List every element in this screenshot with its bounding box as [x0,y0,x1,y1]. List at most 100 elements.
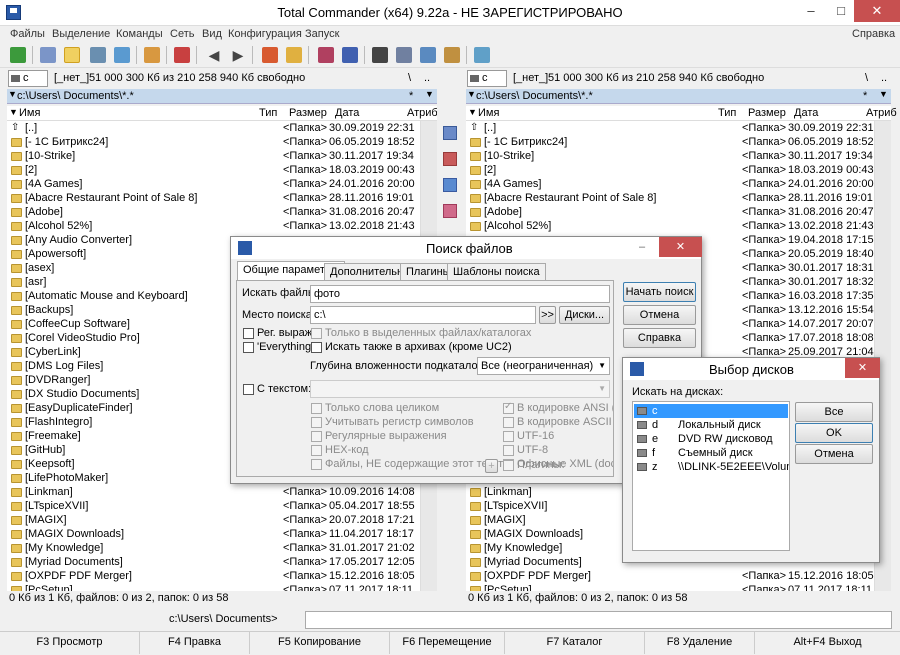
right-drive-select[interactable]: c [467,70,507,87]
thumbnails-icon[interactable] [90,47,106,63]
drive-item[interactable]: e DVD RW дисковод [634,432,788,446]
right-history-arrow[interactable]: ▼ [467,89,476,99]
search-for-input[interactable]: фото [310,285,610,303]
menu-net[interactable]: Сеть [170,28,194,40]
text-option-checkbox[interactable] [311,445,322,456]
left-col-name[interactable]: Имя [19,107,40,119]
file-row[interactable]: [4A Games] <Папка> 24.01.2016 20:00 [466,177,874,191]
depth-select[interactable]: Все (неограниченная) ▼ [477,357,610,375]
right-root-button[interactable]: \ [865,72,868,84]
file-row[interactable]: [Adobe] <Папка> 31.08.2016 20:47 [7,205,420,219]
left-col-attr[interactable]: Атриб [407,107,438,119]
tab-templates[interactable]: Шаблоны поиска [447,263,546,281]
right-hotlist-arrow[interactable]: ▼ [879,89,888,99]
minimize-button[interactable]: – [796,0,826,22]
text-option-checkbox[interactable] [311,431,322,442]
right-col-size[interactable]: Размер [748,107,786,119]
everything-checkbox[interactable] [243,342,254,353]
menu-files[interactable]: Файлы [10,28,45,40]
menu-selection[interactable]: Выделение [52,28,110,40]
cmd-input[interactable] [305,611,892,629]
f8-delete-button[interactable]: F8 Удаление [645,632,755,654]
file-row[interactable]: [OXPDF PDF Merger] <Папка> 15.12.2016 18:0… [466,569,874,583]
only-selected-checkbox[interactable] [311,328,322,339]
drive-item[interactable]: f Съемный диск [634,446,788,460]
right-col-name[interactable]: Имя [478,107,499,119]
file-row[interactable]: [PcSetup] <Папка> 07.11.2017 18:11 [466,583,874,591]
right-up-button[interactable]: .. [881,72,887,84]
menu-run[interactable]: Запуск [305,28,339,40]
menu-config[interactable]: Конфигурация [228,28,302,40]
right-col-type[interactable]: Тип [718,107,736,119]
file-row[interactable]: [MAGIX Downloads] <Папка> 11.04.2017 18:17 [7,527,420,541]
search-help-button[interactable]: Справка [623,328,696,348]
drive-item[interactable]: d Локальный диск [634,418,788,432]
location-browse-button[interactable]: >> [539,306,556,324]
drive-item[interactable]: c [634,404,788,418]
encoding-option-checkbox[interactable] [503,445,514,456]
file-row[interactable]: [LTspiceXVII] <Папка> 05.04.2017 18:55 [7,499,420,513]
file-row[interactable]: ⇧ [..] <Папка> 30.09.2019 22:31 [7,121,420,135]
left-hotlist-arrow[interactable]: ▼ [425,89,434,99]
url-icon[interactable] [342,47,358,63]
invert-selection-icon[interactable] [144,47,160,63]
archives-checkbox[interactable] [311,342,322,353]
drive-item[interactable]: z \\DLINK-5E2EEE\Volume_ [634,460,789,474]
alt-f4-exit-button[interactable]: Alt+F4 Выход [755,632,900,654]
file-row[interactable]: [PcSetup] <Папка> 07.11.2017 18:11 [7,583,420,591]
location-input[interactable]: c:\ [310,306,536,324]
copy-names-icon[interactable] [443,126,457,140]
text-input[interactable]: ▼ [310,380,610,398]
file-row[interactable]: [My Knowledge] <Папка> 31.01.2017 21:02 [7,541,420,555]
file-row[interactable]: [4A Games] <Папка> 24.01.2016 20:00 [7,177,420,191]
tree-icon[interactable] [114,47,130,63]
file-row[interactable]: [Adobe] <Папка> 31.08.2016 20:47 [466,205,874,219]
left-path-bar[interactable]: ▼ c:\Users\ Documents\*.* * ▼ [7,89,437,104]
copy-icon[interactable] [443,178,457,192]
file-row[interactable]: [2] <Папка> 18.03.2019 00:43 [7,163,420,177]
search-minimize-button[interactable]: – [639,241,645,253]
text-option-checkbox[interactable] [311,417,322,428]
f5-copy-button[interactable]: F5 Копирование [250,632,390,654]
ftp-icon[interactable] [318,47,334,63]
drive-dialog-close-button[interactable]: ✕ [845,358,880,378]
notepad-icon[interactable] [444,47,460,63]
file-row[interactable]: [- 1С Битрикс24] <Папка> 06.05.2019 18:52 [7,135,420,149]
search-close-button[interactable]: ✕ [659,237,702,257]
f6-move-button[interactable]: F6 Перемещение [390,632,505,654]
file-row[interactable]: [Myriad Documents] <Папка> 17.05.2017 12:0… [7,555,420,569]
file-row[interactable]: [Abacre Restaurant Point of Sale 8] <Папк… [466,191,874,205]
left-history-arrow[interactable]: ▼ [8,89,17,99]
close-button[interactable]: ✕ [854,0,900,22]
right-filter-star[interactable]: * [863,90,867,102]
f7-mkdir-button[interactable]: F7 Каталог [505,632,645,654]
f3-view-button[interactable]: F3 Просмотр [0,632,140,654]
move-icon[interactable] [443,204,457,218]
encoding-option-checkbox[interactable] [503,417,514,428]
menu-view[interactable]: Вид [202,28,222,40]
detailed-view-icon[interactable] [64,47,80,63]
file-row[interactable]: [2] <Папка> 18.03.2019 00:43 [466,163,874,177]
search-cancel-button[interactable]: Отмена [623,305,696,325]
encoding-option-checkbox[interactable] [503,431,514,442]
f4-edit-button[interactable]: F4 Правка [140,632,250,654]
file-row[interactable]: [10-Strike] <Папка> 30.11.2017 19:34 [7,149,420,163]
left-col-type[interactable]: Тип [259,107,277,119]
all-local-button[interactable]: Все локальные [795,402,873,436]
forward-icon[interactable]: ▶ [230,47,246,63]
drive-ok-button[interactable]: OK [795,423,873,443]
regex-checkbox[interactable] [243,328,254,339]
search-icon[interactable] [372,47,388,63]
menu-help[interactable]: Справка [852,28,895,40]
drive-cancel-button[interactable]: Отмена [795,444,873,464]
refresh-icon[interactable] [10,47,26,63]
text-option-checkbox[interactable] [311,459,322,470]
text-option-checkbox[interactable] [311,403,322,414]
rename-icon[interactable] [396,47,412,63]
maximize-button[interactable]: □ [826,0,856,22]
drives-button[interactable]: Диски... [559,306,610,324]
back-icon[interactable]: ◀ [206,47,222,63]
left-filter-star[interactable]: * [409,90,413,102]
plugins-add-button[interactable]: + [485,459,498,473]
file-row[interactable]: [Abacre Restaurant Point of Sale 8] <Папк… [7,191,420,205]
